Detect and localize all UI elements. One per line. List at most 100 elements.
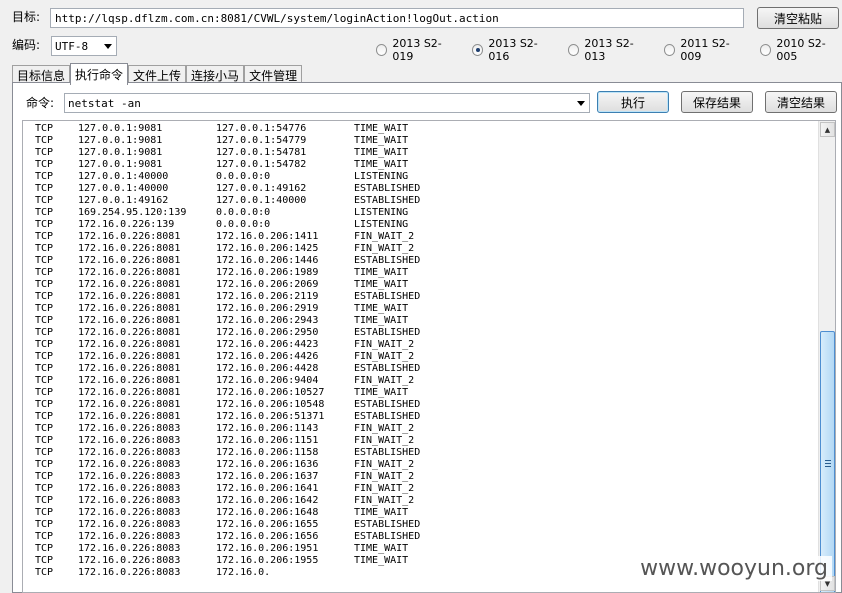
exploit-radio-s2-016[interactable]: 2013 S2-016 xyxy=(472,37,554,63)
state-cell: ESTABLISHED xyxy=(354,255,421,266)
local-address-cell: 172.16.0.226:8081 xyxy=(78,291,181,302)
state-cell: TIME_WAIT xyxy=(354,147,409,158)
proto-cell: TCP xyxy=(35,387,54,398)
output-line: TCP 172.16.0.226:8083 172.16.0. xyxy=(35,567,420,579)
foreign-address-cell: 172.16.0.206:1951 xyxy=(216,543,319,554)
exploit-radio-s2-005[interactable]: 2010 S2-005 xyxy=(760,37,842,63)
local-address-cell: 172.16.0.226:8081 xyxy=(78,375,181,386)
proto-cell: TCP xyxy=(35,303,54,314)
state-cell: ESTABLISHED xyxy=(354,183,421,194)
exploit-radio-s2-013[interactable]: 2013 S2-013 xyxy=(568,37,650,63)
local-address-cell: 127.0.0.1:40000 xyxy=(78,183,169,194)
exploit-radio-s2-009[interactable]: 2011 S2-009 xyxy=(664,37,746,63)
proto-cell: TCP xyxy=(35,459,54,470)
target-url-input[interactable]: http://lqsp.dflzm.com.cn:8081/CVWL/syste… xyxy=(50,8,744,28)
foreign-address-cell: 0.0.0.0:0 xyxy=(216,219,271,230)
command-output[interactable]: TCP 127.0.0.1:9081 127.0.0.1:54776 TIME_WAI… xyxy=(22,120,836,593)
tab-execute-command[interactable]: 执行命令 xyxy=(70,63,129,85)
state-cell: LISTENING xyxy=(354,207,409,218)
clear-result-button[interactable]: 清空结果 xyxy=(765,91,837,113)
proto-cell: TCP xyxy=(35,291,54,302)
proto-cell: TCP xyxy=(35,219,54,230)
clear-paste-button[interactable]: 清空粘贴 xyxy=(757,7,839,29)
foreign-address-cell: 172.16.0.206:1446 xyxy=(216,255,319,266)
local-address-cell: 172.16.0.226:8081 xyxy=(78,279,181,290)
state-cell: TIME_WAIT xyxy=(354,123,409,134)
state-cell: TIME_WAIT xyxy=(354,159,409,170)
execute-button[interactable]: 执行 xyxy=(597,91,669,113)
foreign-address-cell: 172.16.0.206:1655 xyxy=(216,519,319,530)
output-line: TCP 172.16.0.226:8083 172.16.0.206:1951 TIM… xyxy=(35,543,420,555)
local-address-cell: 127.0.0.1:40000 xyxy=(78,171,169,182)
exploit-label: 2013 S2-013 xyxy=(584,37,634,63)
foreign-address-cell: 172.16.0.206:2919 xyxy=(216,303,319,314)
foreign-address-cell: 172.16.0.206:1143 xyxy=(216,423,319,434)
local-address-cell: 172.16.0.226:8083 xyxy=(78,543,181,554)
local-address-cell: 172.16.0.226:8081 xyxy=(78,231,181,242)
command-input[interactable]: netstat -an xyxy=(64,93,590,113)
foreign-address-cell: 172.16.0.206:10548 xyxy=(216,399,325,410)
save-result-button[interactable]: 保存结果 xyxy=(681,91,753,113)
radio-selected-icon xyxy=(472,44,484,56)
state-cell: ESTABLISHED xyxy=(354,447,421,458)
local-address-cell: 172.16.0.226:8081 xyxy=(78,387,181,398)
state-cell: TIME_WAIT xyxy=(354,279,409,290)
output-line: TCP 127.0.0.1:9081 127.0.0.1:54776 TIME_WAI… xyxy=(35,123,420,135)
local-address-cell: 172.16.0.226:8083 xyxy=(78,495,181,506)
foreign-address-cell: 172.16.0.206:1425 xyxy=(216,243,319,254)
output-line: TCP 172.16.0.226:8081 172.16.0.206:2069 TIM… xyxy=(35,279,420,291)
encoding-row: 编码: xyxy=(12,36,40,53)
foreign-address-cell: 127.0.0.1:54779 xyxy=(216,135,307,146)
proto-cell: TCP xyxy=(35,567,54,578)
proto-cell: TCP xyxy=(35,555,54,566)
encoding-select[interactable]: UTF-8 xyxy=(51,36,117,56)
proto-cell: TCP xyxy=(35,543,54,554)
vertical-scrollbar[interactable]: ▲ ▼ xyxy=(818,121,835,592)
foreign-address-cell: 127.0.0.1:49162 xyxy=(216,183,307,194)
local-address-cell: 172.16.0.226:8083 xyxy=(78,567,181,578)
proto-cell: TCP xyxy=(35,519,54,530)
exploit-radio-group: 2013 S2-019 2013 S2-016 2013 S2-013 2011… xyxy=(376,37,842,63)
foreign-address-cell: 172.16.0.206:1955 xyxy=(216,555,319,566)
proto-cell: TCP xyxy=(35,423,54,434)
local-address-cell: 172.16.0.226:8081 xyxy=(78,303,181,314)
state-cell: FIN_WAIT_2 xyxy=(354,375,415,386)
proto-cell: TCP xyxy=(35,399,54,410)
proto-cell: TCP xyxy=(35,315,54,326)
radio-icon xyxy=(760,44,772,56)
output-line: TCP 172.16.0.226:8081 172.16.0.206:4426 FIN… xyxy=(35,351,420,363)
output-line: TCP 172.16.0.226:8083 172.16.0.206:1636 FIN… xyxy=(35,459,420,471)
local-address-cell: 172.16.0.226:8083 xyxy=(78,471,181,482)
foreign-address-cell: 172.16.0.206:2950 xyxy=(216,327,319,338)
foreign-address-cell: 172.16.0.206:51371 xyxy=(216,411,325,422)
state-cell: TIME_WAIT xyxy=(354,555,409,566)
local-address-cell: 172.16.0.226:8081 xyxy=(78,399,181,410)
state-cell: TIME_WAIT xyxy=(354,267,409,278)
state-cell: FIN_WAIT_2 xyxy=(354,459,415,470)
output-line: TCP 172.16.0.226:8081 172.16.0.206:10548 ES… xyxy=(35,399,420,411)
proto-cell: TCP xyxy=(35,171,54,182)
foreign-address-cell: 172.16.0.206:9404 xyxy=(216,375,319,386)
output-line: TCP 172.16.0.226:8083 172.16.0.206:1151 FIN… xyxy=(35,435,420,447)
proto-cell: TCP xyxy=(35,279,54,290)
foreign-address-cell: 127.0.0.1:40000 xyxy=(216,195,307,206)
state-cell: FIN_WAIT_2 xyxy=(354,471,415,482)
foreign-address-cell: 127.0.0.1:54781 xyxy=(216,147,307,158)
proto-cell: TCP xyxy=(35,231,54,242)
output-line: TCP 172.16.0.226:8083 172.16.0.206:1641 FIN… xyxy=(35,483,420,495)
output-line: TCP 172.16.0.226:8081 172.16.0.206:10527 TI… xyxy=(35,387,420,399)
exploit-radio-s2-019[interactable]: 2013 S2-019 xyxy=(376,37,458,63)
state-cell: TIME_WAIT xyxy=(354,303,409,314)
radio-icon xyxy=(664,44,676,56)
local-address-cell: 172.16.0.226:8081 xyxy=(78,267,181,278)
foreign-address-cell: 172.16.0.206:1642 xyxy=(216,495,319,506)
output-line: TCP 127.0.0.1:9081 127.0.0.1:54781 TIME_WAI… xyxy=(35,147,420,159)
foreign-address-cell: 172.16.0.206:2943 xyxy=(216,315,319,326)
radio-icon xyxy=(568,44,580,56)
foreign-address-cell: 172.16.0.206:1989 xyxy=(216,267,319,278)
target-row: 目标: xyxy=(12,8,40,25)
encoding-label: 编码: xyxy=(12,38,41,52)
output-line: TCP 169.254.95.120:139 0.0.0.0:0 LISTENING xyxy=(35,207,420,219)
scroll-thumb[interactable] xyxy=(820,331,835,592)
scroll-up-icon[interactable]: ▲ xyxy=(820,122,835,137)
